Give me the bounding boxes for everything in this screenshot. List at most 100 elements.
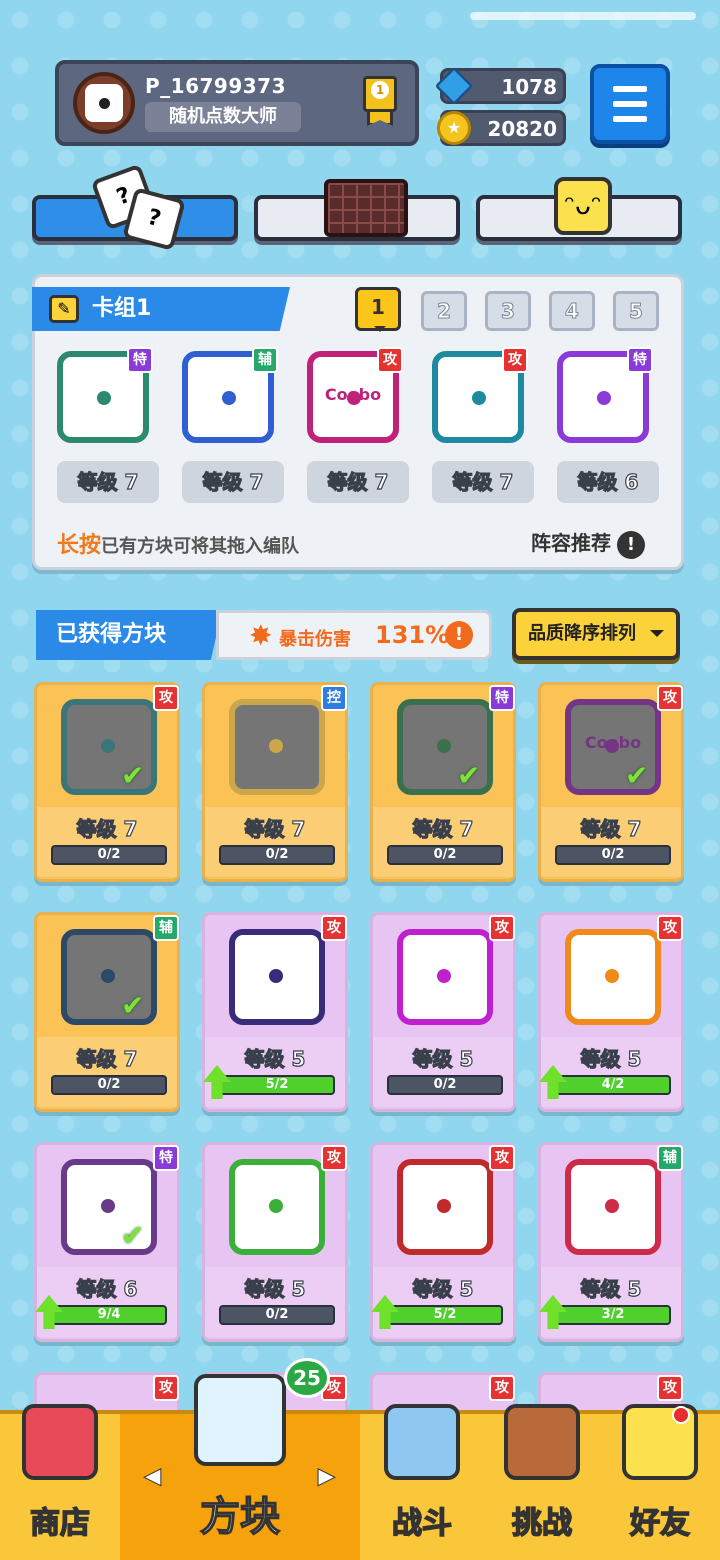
upgrade-progress: 3/2	[555, 1305, 671, 1325]
pip	[222, 391, 236, 405]
level-label: 等级 7	[57, 461, 159, 503]
deck-slot-3[interactable]: 3	[485, 291, 531, 331]
owned-block-card[interactable]: 攻 等级 5 5/2	[202, 912, 348, 1112]
avatar[interactable]	[73, 72, 135, 134]
deck-slot-4[interactable]: 4	[549, 291, 595, 331]
type-badge: 特	[489, 685, 515, 711]
level-label: 等级 7	[432, 461, 534, 503]
edit-icon[interactable]: ✎	[49, 295, 79, 323]
sort-dropdown[interactable]: 品质降序排列	[512, 608, 680, 660]
gem-counter[interactable]: 1078	[434, 66, 566, 106]
pip	[605, 969, 619, 983]
level-label: 等级 7	[76, 816, 138, 841]
block-tile	[565, 929, 661, 1025]
level-label: 等级 7	[412, 816, 474, 841]
top-handle[interactable]	[470, 12, 696, 20]
pip	[347, 391, 361, 405]
owned-block-card[interactable]: 攻 等级 5 5/2	[370, 1142, 516, 1342]
menu-icon	[613, 86, 647, 92]
equipped-check-icon: ✔	[121, 1219, 145, 1252]
pip	[437, 739, 451, 753]
upgrade-progress: 5/2	[387, 1305, 503, 1325]
player-title: 随机点数大师	[145, 102, 301, 132]
medal-rank: 1	[371, 81, 389, 99]
tab-emote[interactable]: ᵔᴗᵔ	[476, 177, 682, 241]
pip	[605, 1199, 619, 1213]
nav-prev-icon[interactable]: ◀	[144, 1464, 162, 1490]
owned-block-card[interactable]: 攻 等级 5 0/2	[370, 912, 516, 1112]
block-tile	[397, 929, 493, 1025]
block-tile	[229, 699, 325, 795]
upgrade-progress: 0/2	[387, 845, 503, 865]
type-badge: 攻	[489, 915, 515, 941]
block-tile	[229, 929, 325, 1025]
profile-panel[interactable]: P_16799373 随机点数大师 1	[55, 60, 419, 146]
pip	[269, 1199, 283, 1213]
upgrade-progress: 0/2	[51, 845, 167, 865]
type-badge: 攻	[321, 1145, 347, 1171]
pip	[437, 1199, 451, 1213]
crit-value: 131%	[375, 621, 450, 649]
sword-shield-icon	[384, 1404, 460, 1480]
type-badge: 攻	[489, 1375, 515, 1401]
deck-slot-5[interactable]: 5	[613, 291, 659, 331]
tab-board[interactable]	[254, 179, 460, 241]
deck-slot-1[interactable]: 1	[355, 287, 401, 332]
nav-next-icon[interactable]: ▶	[318, 1464, 336, 1490]
type-badge: 攻	[153, 1375, 179, 1401]
nav-shop-label: 商店	[29, 1505, 91, 1542]
nav-battle[interactable]: 战斗	[360, 1404, 484, 1560]
crit-damage-panel[interactable]: ✸ 暴击伤害 131% !	[216, 610, 492, 660]
equipped-check-icon: ✔	[121, 989, 145, 1022]
signpost-icon	[504, 1404, 580, 1480]
type-badge: 辅	[252, 347, 278, 373]
upgrade-progress: 0/2	[219, 1305, 335, 1325]
medal-icon[interactable]: 1	[363, 76, 397, 128]
hint-text: 已有方块可将其拖入编队	[101, 536, 300, 557]
level-label: 等级 5	[412, 1046, 474, 1071]
nav-challenge[interactable]: 挑战	[484, 1404, 600, 1560]
level-label: 等级 6	[557, 461, 659, 503]
crit-label: 暴击伤害	[279, 629, 351, 650]
coin-counter[interactable]: ★ 20820	[437, 110, 566, 146]
lineup-label: 阵容推荐	[531, 531, 611, 555]
equipped-check-icon: ✔	[457, 759, 481, 792]
owned-block-card[interactable]: ✔ 特 等级 6 9/4	[34, 1142, 180, 1342]
pip	[437, 969, 451, 983]
nav-battle-label: 战斗	[391, 1505, 453, 1542]
type-badge: 攻	[657, 1375, 683, 1401]
deck-card[interactable]: 辅	[178, 347, 278, 447]
deck-card[interactable]: 特	[53, 347, 153, 447]
player-name: P_16799373	[145, 74, 286, 98]
owned-block-card[interactable]: 攻 等级 5 4/2	[538, 912, 684, 1112]
owned-block-card[interactable]: ✔ 攻 等级 7 0/2	[34, 682, 180, 882]
block-tile	[397, 1159, 493, 1255]
type-badge: 攻	[377, 347, 403, 373]
info-icon: !	[617, 531, 645, 559]
gem-icon	[434, 66, 474, 106]
type-badge: 辅	[657, 1145, 683, 1171]
upgrade-progress: 0/2	[555, 845, 671, 865]
crit-icon: ✸	[249, 619, 273, 652]
nav-shop[interactable]: 商店	[0, 1404, 120, 1560]
upgrade-progress: 0/2	[387, 1075, 503, 1095]
crit-info-icon[interactable]: !	[445, 621, 473, 649]
nav-friends[interactable]: 好友	[600, 1404, 720, 1560]
owned-block-card[interactable]: 控 等级 7 0/2	[202, 682, 348, 882]
upgrade-progress: 0/2	[51, 1075, 167, 1095]
deck-card[interactable]: 攻	[428, 347, 528, 447]
deck-card[interactable]: Coobo 攻	[303, 347, 403, 447]
owned-block-card[interactable]: Coobo ✔ 攻 等级 7 0/2	[538, 682, 684, 882]
owned-block-card[interactable]: ✔ 辅 等级 7 0/2	[34, 912, 180, 1112]
shop-icon	[22, 1404, 98, 1480]
lineup-recommend-button[interactable]: 阵容推荐!	[531, 527, 645, 559]
upgrade-progress: 0/2	[219, 845, 335, 865]
owned-block-card[interactable]: ✔ 特 等级 7 0/2	[370, 682, 516, 882]
owned-block-card[interactable]: 攻 等级 5 0/2	[202, 1142, 348, 1342]
deck-slot-2[interactable]: 2	[421, 291, 467, 331]
owned-block-card[interactable]: 辅 等级 5 3/2	[538, 1142, 684, 1342]
level-label: 等级 7	[182, 461, 284, 503]
tab-dice[interactable]: ? ?	[32, 163, 238, 251]
deck-card[interactable]: 特	[553, 347, 653, 447]
menu-button[interactable]	[590, 64, 670, 144]
